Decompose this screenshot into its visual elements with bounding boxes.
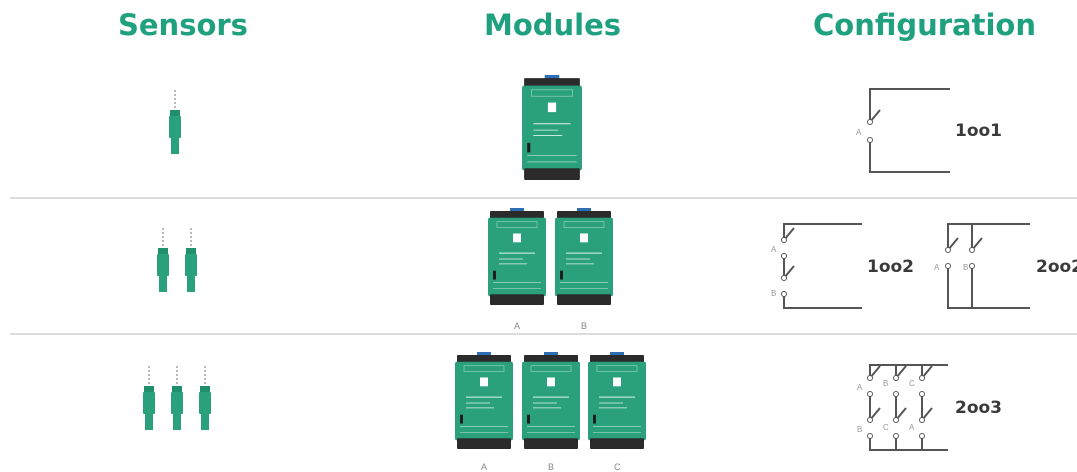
switch-label-a: A [857,383,863,392]
switch-label-c: C [909,379,915,388]
config-label-1oo2: 1oo2 [867,257,915,277]
config-label-2oo3: 2oo3 [955,398,1003,418]
switch-label-b: B [883,379,888,388]
switch-label-a: A [909,423,915,432]
config-label-2oo2: 2oo2 [1036,257,1077,277]
config-label-1oo1: 1oo1 [955,121,1003,141]
switch-label-c: C [883,423,889,432]
switch-label-b: B [857,425,862,434]
circuit-2oo3: A B C B C A [857,364,948,451]
